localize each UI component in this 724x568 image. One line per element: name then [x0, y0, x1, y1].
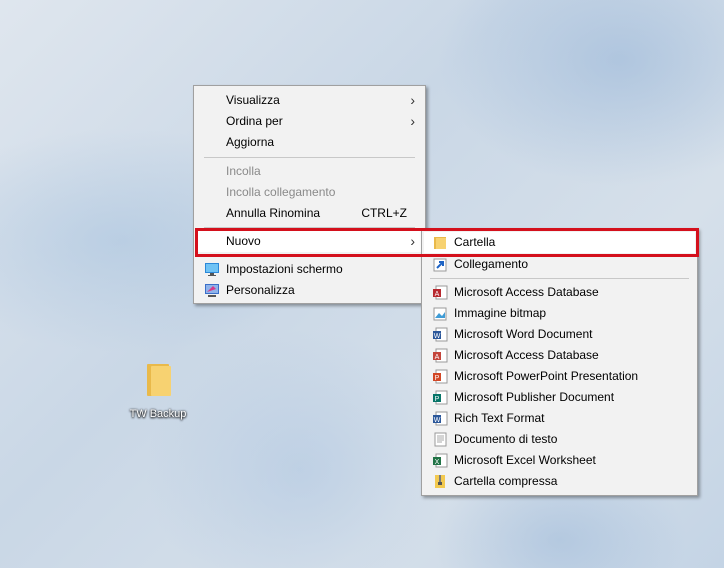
access-database-icon: A — [433, 348, 448, 363]
submenu-item-access-database[interactable]: A Microsoft Access Database — [424, 282, 695, 303]
menu-item-shortcut: CTRL+Z — [361, 206, 407, 220]
submenu-item-access-database-2[interactable]: A Microsoft Access Database — [424, 345, 695, 366]
shortcut-icon — [433, 258, 447, 272]
menu-item-label: Visualizza — [226, 93, 280, 107]
svg-text:P: P — [435, 396, 440, 403]
excel-icon: X — [433, 453, 448, 468]
access-database-icon: A — [433, 285, 448, 300]
svg-text:A: A — [435, 354, 440, 361]
folder-icon — [145, 362, 171, 396]
powerpoint-icon: P — [433, 369, 448, 384]
submenu-item-excel[interactable]: X Microsoft Excel Worksheet — [424, 450, 695, 471]
rich-text-icon: W — [433, 411, 448, 426]
submenu-item-label: Microsoft PowerPoint Presentation — [454, 369, 639, 383]
submenu-item-label: Microsoft Access Database — [454, 285, 599, 299]
chevron-right-icon: › — [410, 113, 415, 129]
menu-item-annulla-rinomina[interactable]: Annulla Rinomina CTRL+Z — [196, 203, 423, 224]
new-submenu: Cartella Collegamento A Microsoft Access… — [421, 228, 698, 496]
menu-item-aggiorna[interactable]: Aggiorna — [196, 132, 423, 153]
text-document-icon — [434, 432, 447, 447]
svg-text:P: P — [435, 375, 440, 382]
submenu-item-label: Microsoft Access Database — [454, 348, 599, 362]
submenu-item-label: Microsoft Publisher Document — [454, 390, 615, 404]
submenu-item-immagine-bitmap[interactable]: Immagine bitmap — [424, 303, 695, 324]
menu-separator — [430, 278, 689, 279]
submenu-item-documento-testo[interactable]: Documento di testo — [424, 429, 695, 450]
submenu-item-rich-text[interactable]: W Rich Text Format — [424, 408, 695, 429]
submenu-item-powerpoint[interactable]: P Microsoft PowerPoint Presentation — [424, 366, 695, 387]
desktop-context-menu: Visualizza › Ordina per › Aggiorna Incol… — [193, 85, 426, 304]
menu-item-incolla: Incolla — [196, 161, 423, 182]
svg-text:W: W — [434, 333, 441, 340]
display-settings-icon — [205, 263, 219, 276]
menu-separator — [204, 157, 415, 158]
desktop-folder-tw-backup[interactable]: TW Backup — [126, 362, 190, 420]
submenu-item-collegamento[interactable]: Collegamento — [424, 254, 695, 275]
svg-text:W: W — [434, 417, 441, 424]
submenu-item-label: Microsoft Word Document — [454, 327, 593, 341]
menu-item-impostazioni-schermo[interactable]: Impostazioni schermo — [196, 259, 423, 280]
submenu-item-label: Collegamento — [454, 257, 529, 271]
menu-item-label: Annulla Rinomina — [226, 206, 321, 220]
menu-item-ordina-per[interactable]: Ordina per › — [196, 111, 423, 132]
chevron-right-icon: › — [410, 92, 415, 108]
submenu-item-cartella-compressa[interactable]: Cartella compressa — [424, 471, 695, 492]
submenu-item-label: Cartella compressa — [454, 474, 558, 488]
submenu-item-publisher[interactable]: P Microsoft Publisher Document — [424, 387, 695, 408]
desktop-folder-label: TW Backup — [129, 408, 187, 420]
personalize-icon — [205, 284, 219, 297]
menu-item-label: Aggiorna — [226, 135, 275, 149]
menu-item-label: Incolla collegamento — [226, 185, 336, 199]
word-document-icon: W — [433, 327, 448, 342]
submenu-item-label: Immagine bitmap — [454, 306, 547, 320]
zip-folder-icon — [435, 475, 445, 488]
svg-text:A: A — [435, 291, 440, 298]
menu-item-label: Ordina per — [226, 114, 283, 128]
menu-item-label: Personalizza — [226, 283, 295, 297]
bitmap-image-icon — [433, 307, 447, 321]
publisher-icon: P — [433, 390, 448, 405]
menu-item-label: Incolla — [226, 164, 261, 178]
submenu-item-word-document[interactable]: W Microsoft Word Document — [424, 324, 695, 345]
menu-item-visualizza[interactable]: Visualizza › — [196, 90, 423, 111]
submenu-item-label: Documento di testo — [454, 432, 558, 446]
svg-text:X: X — [435, 459, 440, 466]
submenu-item-label: Microsoft Excel Worksheet — [454, 453, 596, 467]
menu-item-incolla-collegamento: Incolla collegamento — [196, 182, 423, 203]
menu-item-personalizza[interactable]: Personalizza — [196, 280, 423, 301]
menu-item-label: Impostazioni schermo — [226, 262, 343, 276]
highlight-annotation-box — [195, 228, 699, 257]
submenu-item-label: Rich Text Format — [454, 411, 545, 425]
